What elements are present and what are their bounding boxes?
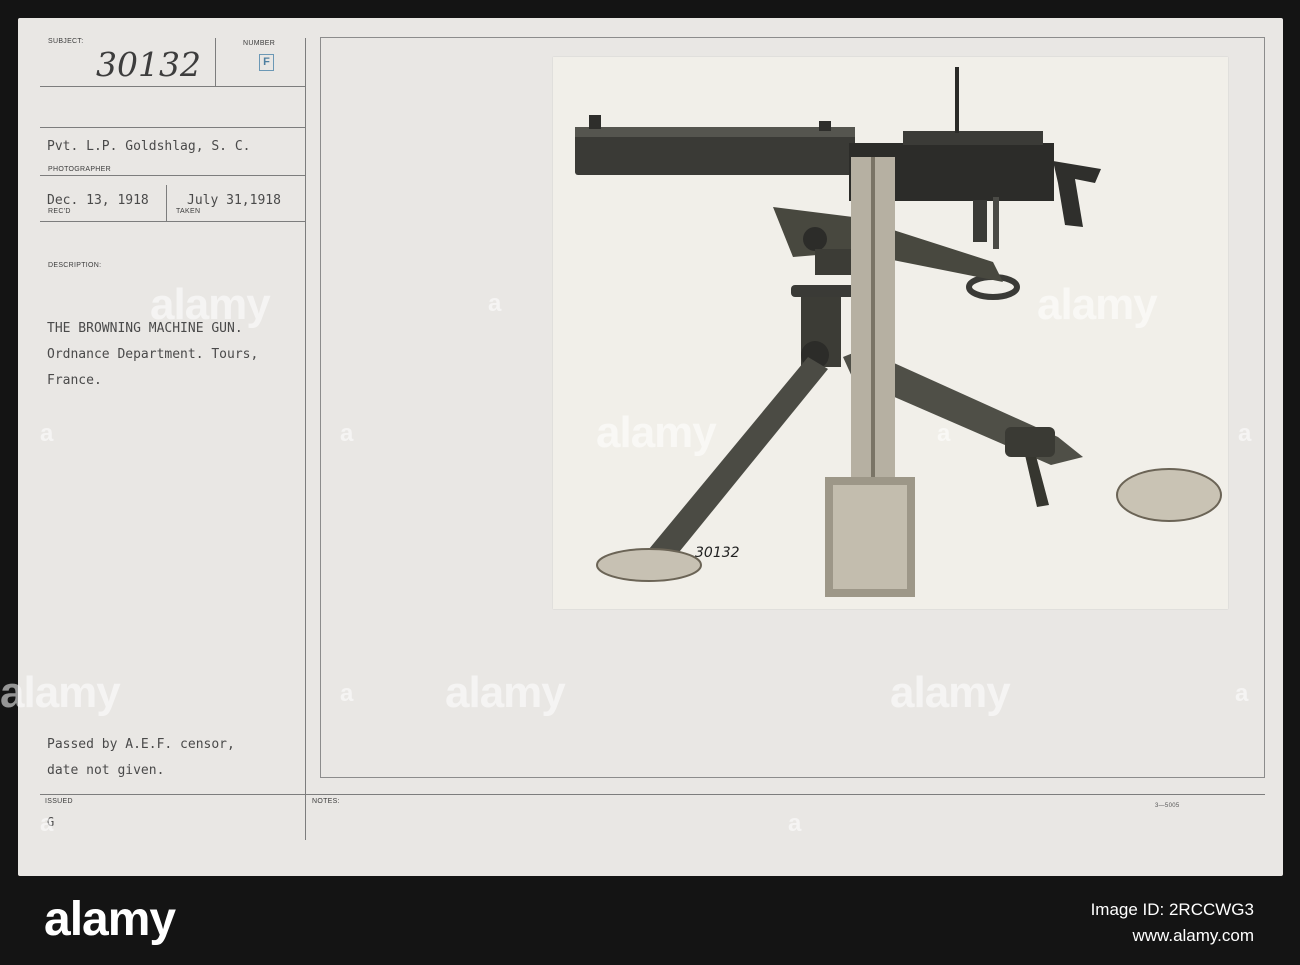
alamy-watermark-mark: a bbox=[40, 420, 54, 447]
recd-label: REC'D bbox=[48, 208, 71, 215]
alamy-watermark: alamy bbox=[150, 280, 271, 329]
alamy-watermark: alamy bbox=[445, 668, 566, 717]
censor-line-2: date not given. bbox=[47, 763, 165, 778]
subject-label: SUBJECT: bbox=[48, 38, 84, 45]
divider bbox=[166, 185, 167, 221]
photographer-label: PHOTOGRAPHER bbox=[48, 166, 111, 173]
browning-machine-gun-illustration bbox=[575, 67, 1222, 597]
alamy-watermark-mark: a bbox=[1238, 420, 1252, 447]
photographer-name: Pvt. L.P. Goldshlag, S. C. bbox=[47, 139, 251, 154]
alamy-watermark: alamy bbox=[596, 408, 717, 457]
machine-gun-photo bbox=[553, 57, 1228, 609]
recd-date: Dec. 13, 1918 bbox=[47, 193, 149, 208]
description-label: DESCRIPTION: bbox=[48, 262, 102, 269]
divider bbox=[40, 794, 1265, 795]
number-stamp: F bbox=[259, 54, 274, 71]
description-line-2: Ordnance Department. Tours, bbox=[47, 347, 259, 362]
subject-number: 30132 bbox=[96, 45, 201, 84]
divider bbox=[40, 175, 305, 176]
site-url[interactable]: www.alamy.com bbox=[1132, 926, 1254, 946]
photo-negative-number: 30132 bbox=[695, 545, 740, 561]
stock-footer-bar: alamy Image ID: 2RCCWG3 www.alamy.com bbox=[0, 876, 1300, 965]
alamy-watermark-mark: a bbox=[340, 420, 354, 447]
alamy-watermark: alamy bbox=[1037, 280, 1158, 329]
divider bbox=[40, 86, 305, 87]
number-label: NUMBER bbox=[243, 40, 276, 47]
alamy-watermark-mark: a bbox=[340, 680, 354, 707]
divider bbox=[215, 38, 216, 86]
censor-line-1: Passed by A.E.F. censor, bbox=[47, 737, 235, 752]
taken-label: TAKEN bbox=[176, 208, 201, 215]
image-id: Image ID: 2RCCWG3 bbox=[1090, 900, 1254, 919]
column-divider bbox=[305, 38, 306, 840]
alamy-logo: alamy bbox=[44, 893, 176, 946]
alamy-watermark-mark: a bbox=[1235, 680, 1249, 707]
alamy-watermark-mark: a bbox=[40, 810, 54, 837]
alamy-watermark: alamy bbox=[0, 668, 121, 717]
notes-label: NOTES: bbox=[312, 798, 340, 805]
alamy-watermark: alamy bbox=[890, 668, 1011, 717]
alamy-watermark-mark: a bbox=[937, 420, 951, 447]
divider bbox=[40, 221, 305, 222]
form-code: 3—5005 bbox=[1155, 803, 1180, 809]
taken-date: July 31,1918 bbox=[187, 193, 281, 208]
alamy-watermark-mark: a bbox=[788, 810, 802, 837]
divider bbox=[40, 127, 305, 128]
alamy-watermark-mark: a bbox=[488, 290, 502, 317]
issued-label: ISSUED bbox=[45, 798, 73, 805]
description-line-3: France. bbox=[47, 373, 102, 388]
